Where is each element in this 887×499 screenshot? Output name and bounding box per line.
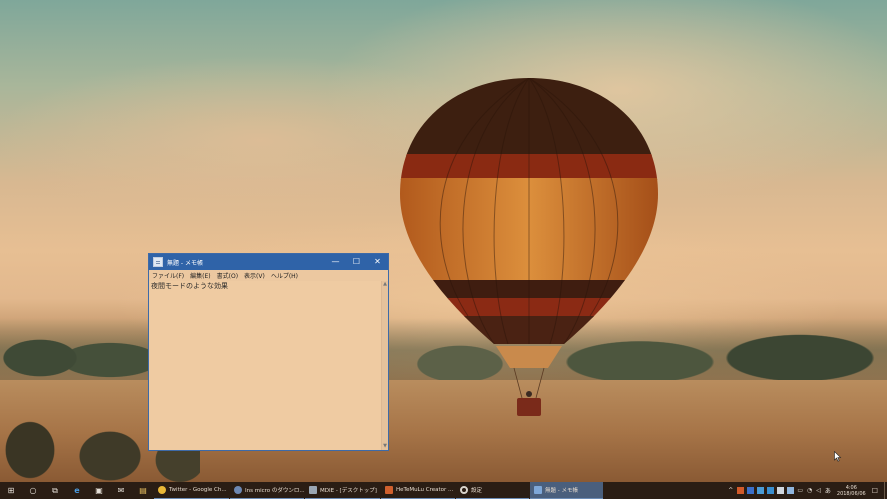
clock-date: 2018/06/06	[836, 490, 866, 497]
tray-app-icon[interactable]	[776, 487, 784, 494]
menu-view[interactable]: 表示(V)	[244, 271, 265, 280]
store-icon[interactable]: ▣	[88, 482, 110, 499]
notepad-window[interactable]: 無題 - メモ帳 — ☐ ✕ ファイル(F) 編集(E) 書式(O) 表示(V)…	[148, 253, 389, 451]
scroll-down-arrow-icon[interactable]: ▼	[382, 443, 388, 450]
mail-icon[interactable]: ✉	[110, 482, 132, 499]
ime-indicator[interactable]: あ	[825, 486, 831, 495]
system-tray: ^ ▭ ◔ ◁ あ 4:06 2018/06/06 ☐	[726, 482, 887, 499]
taskbar-app-label: 無題 - メモ帳	[545, 488, 578, 494]
window-title: 無題 - メモ帳	[167, 259, 203, 267]
battery-icon[interactable]: ▭	[797, 487, 803, 494]
taskbar-app-hetemulu[interactable]: HeTeMuLu Creator ...	[381, 482, 455, 499]
hot-air-balloon-image	[400, 78, 658, 416]
taskbar-app-label: HeTeMuLu Creator ...	[396, 487, 454, 493]
volume-icon[interactable]: ◁	[816, 487, 821, 494]
tray-app-icon[interactable]	[766, 487, 774, 494]
menu-format[interactable]: 書式(O)	[217, 271, 238, 280]
downloader-icon	[234, 486, 242, 494]
notepad-app-icon	[153, 257, 163, 267]
tray-app-icon[interactable]	[756, 487, 764, 494]
taskbar-app-notepad[interactable]: 無題 - メモ帳	[530, 482, 603, 499]
scroll-up-arrow-icon[interactable]: ▲	[382, 281, 388, 288]
network-icon[interactable]: ◔	[807, 487, 812, 494]
taskbar: ⊞ ○ ⧉ e ▣ ✉ ▤ Twitter - Google Ch... Ins…	[0, 482, 887, 499]
task-view-icon[interactable]: ⧉	[44, 482, 66, 499]
edge-browser-icon[interactable]: e	[66, 482, 88, 499]
file-explorer-icon[interactable]: ▤	[132, 482, 154, 499]
menu-bar: ファイル(F) 編集(E) 書式(O) 表示(V) ヘルプ(H)	[149, 270, 388, 281]
notepad-icon	[534, 486, 542, 494]
menu-help[interactable]: ヘルプ(H)	[271, 271, 298, 280]
start-button[interactable]: ⊞	[0, 482, 22, 499]
menu-edit[interactable]: 編集(E)	[190, 271, 210, 280]
taskbar-app-settings[interactable]: 設定	[456, 482, 529, 499]
mouse-cursor-icon	[834, 451, 842, 462]
tray-chevron-up-icon[interactable]: ^	[728, 487, 733, 494]
hetemulu-icon	[385, 486, 393, 494]
taskbar-app-mdie[interactable]: MDIE - [デスクトップ]	[305, 482, 380, 499]
gear-icon	[460, 486, 468, 494]
vertical-scrollbar[interactable]: ▲ ▼	[381, 281, 388, 450]
clock[interactable]: 4:06 2018/06/06	[837, 485, 866, 497]
desktop-wallpaper	[0, 0, 887, 482]
taskbar-app-chrome[interactable]: Twitter - Google Ch...	[154, 482, 229, 499]
taskbar-app-label: Ins micro のダウンロ...	[245, 488, 305, 494]
taskbar-app-downloader[interactable]: Ins micro のダウンロ...	[230, 482, 305, 499]
window-titlebar[interactable]: 無題 - メモ帳 — ☐ ✕	[149, 254, 388, 270]
tray-app-icon[interactable]	[746, 487, 754, 494]
mdie-icon	[309, 486, 317, 494]
tray-app-icon[interactable]	[736, 487, 744, 494]
taskbar-app-label: MDIE - [デスクトップ]	[320, 488, 377, 494]
maximize-button[interactable]: ☐	[346, 254, 367, 270]
tray-app-icon[interactable]	[786, 487, 794, 494]
chrome-icon	[158, 486, 166, 494]
taskbar-app-label: 設定	[471, 488, 483, 494]
search-icon[interactable]: ○	[22, 482, 44, 499]
close-button[interactable]: ✕	[367, 254, 388, 270]
text-editor-area[interactable]: 夜間モードのような効果	[149, 281, 381, 450]
editor-content: 夜間モードのような効果	[151, 282, 228, 290]
taskbar-app-label: Twitter - Google Ch...	[169, 487, 227, 493]
notification-center-icon[interactable]: ☐	[872, 487, 878, 495]
minimize-button[interactable]: —	[325, 254, 346, 270]
menu-file[interactable]: ファイル(F)	[152, 271, 184, 280]
